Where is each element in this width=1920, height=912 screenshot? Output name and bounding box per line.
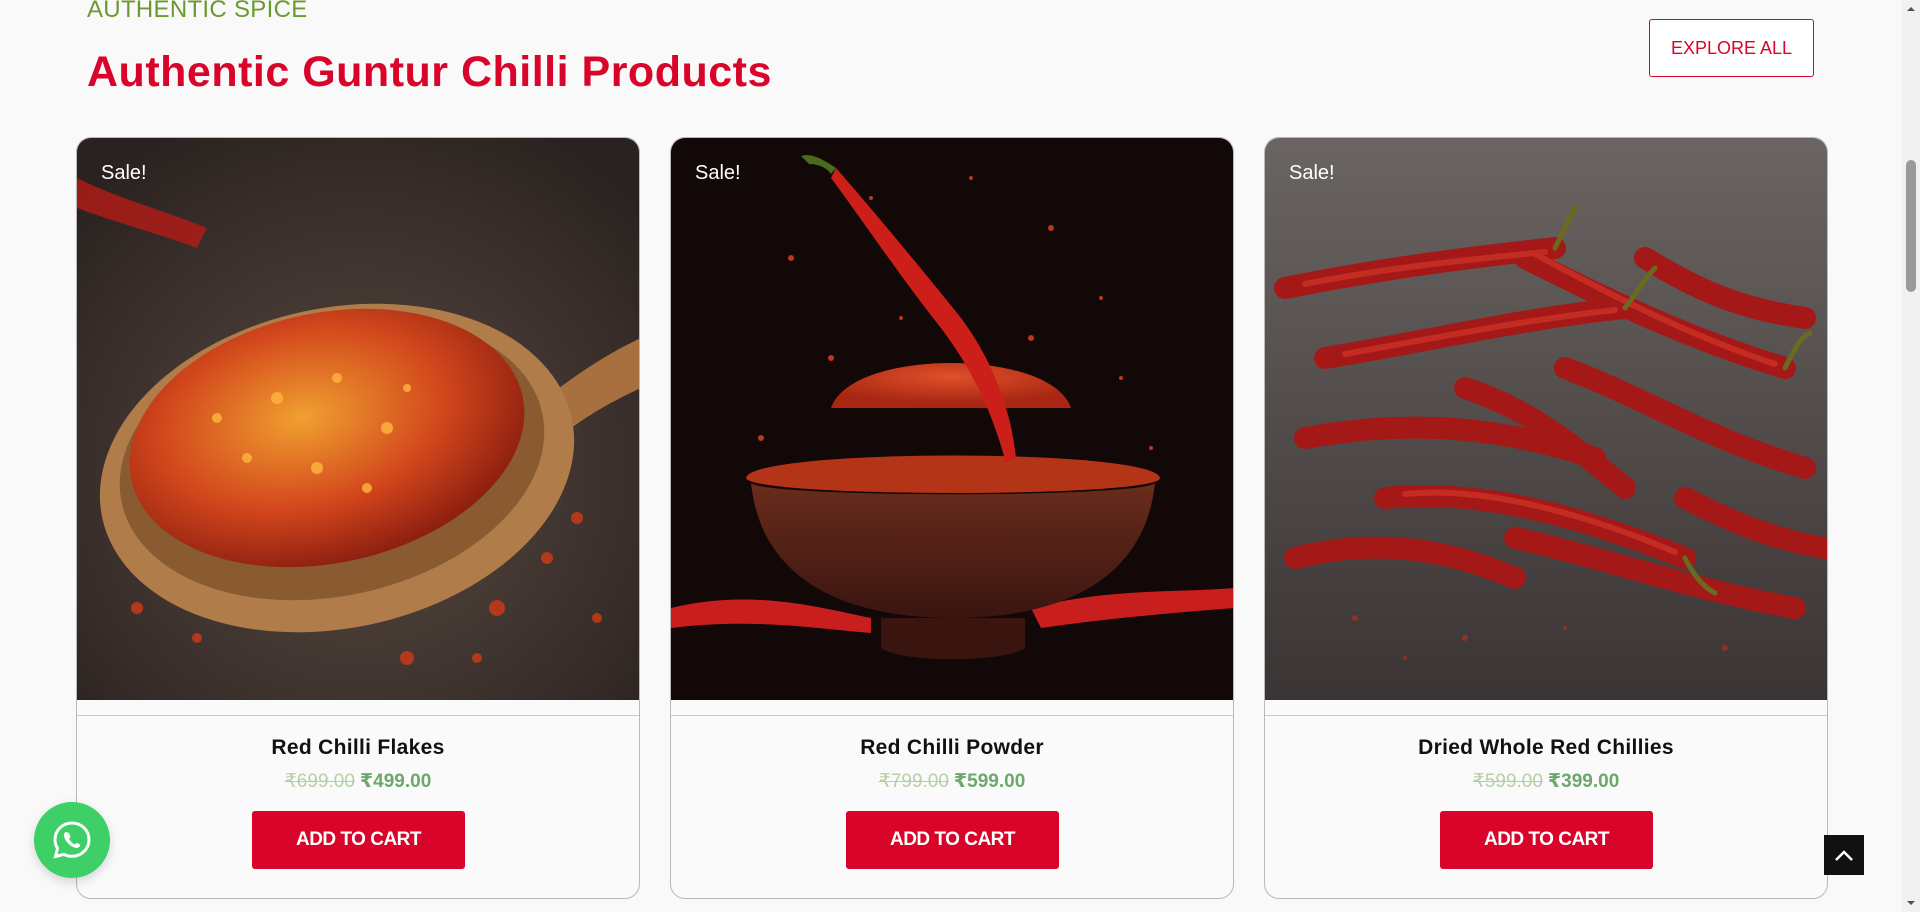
divider: [671, 715, 1233, 716]
chilli-flakes-image: [77, 138, 639, 700]
sale-price: ₹399.00: [1547, 771, 1620, 792]
add-to-cart-button[interactable]: ADD TO CART: [1440, 811, 1653, 869]
sale-badge: Sale!: [695, 162, 741, 184]
product-name[interactable]: Red Chilli Flakes: [77, 736, 639, 760]
vertical-scrollbar[interactable]: [1902, 0, 1920, 912]
price-row: ₹599.00 ₹399.00: [1265, 770, 1827, 793]
scrollbar-thumb[interactable]: [1906, 160, 1916, 292]
whatsapp-chat-button[interactable]: [34, 802, 110, 878]
product-image[interactable]: Sale!: [77, 138, 639, 700]
explore-all-button[interactable]: EXPLORE ALL: [1649, 19, 1814, 77]
sale-badge: Sale!: [1289, 162, 1335, 184]
whatsapp-icon: [53, 821, 91, 859]
sale-price: ₹599.00: [953, 771, 1026, 792]
divider: [77, 715, 639, 716]
old-price: ₹799.00: [878, 771, 949, 792]
product-image[interactable]: Sale!: [1265, 138, 1827, 700]
scroll-up-arrow-icon[interactable]: [1906, 4, 1916, 14]
old-price: ₹699.00: [284, 771, 355, 792]
divider: [1265, 715, 1827, 716]
sale-badge: Sale!: [101, 162, 147, 184]
old-price: ₹599.00: [1472, 771, 1543, 792]
product-name[interactable]: Red Chilli Powder: [671, 736, 1233, 760]
product-name[interactable]: Dried Whole Red Chillies: [1265, 736, 1827, 760]
scroll-down-arrow-icon[interactable]: [1906, 898, 1916, 908]
product-card: Sale! Red Chilli Powder ₹799.00 ₹599.00 A…: [670, 137, 1234, 899]
price-row: ₹799.00 ₹599.00: [671, 770, 1233, 793]
add-to-cart-button[interactable]: ADD TO CART: [846, 811, 1059, 869]
dried-chillies-image: [1265, 138, 1827, 700]
product-card: Sale! Red Chilli Flakes ₹699.00 ₹499.00 A…: [76, 137, 640, 899]
product-card: Sale! Dried Whole Red Chillies ₹599.00 ₹3…: [1264, 137, 1828, 899]
add-to-cart-button[interactable]: ADD TO CART: [252, 811, 465, 869]
price-row: ₹699.00 ₹499.00: [77, 770, 639, 793]
product-image[interactable]: Sale!: [671, 138, 1233, 700]
chevron-up-icon: [1835, 850, 1853, 861]
section-title: Authentic Guntur Chilli Products: [87, 48, 772, 96]
sale-price: ₹499.00: [359, 771, 432, 792]
back-to-top-button[interactable]: [1824, 835, 1864, 875]
section-eyebrow: AUTHENTIC SPICE: [87, 0, 308, 23]
chilli-powder-image: [671, 138, 1233, 700]
